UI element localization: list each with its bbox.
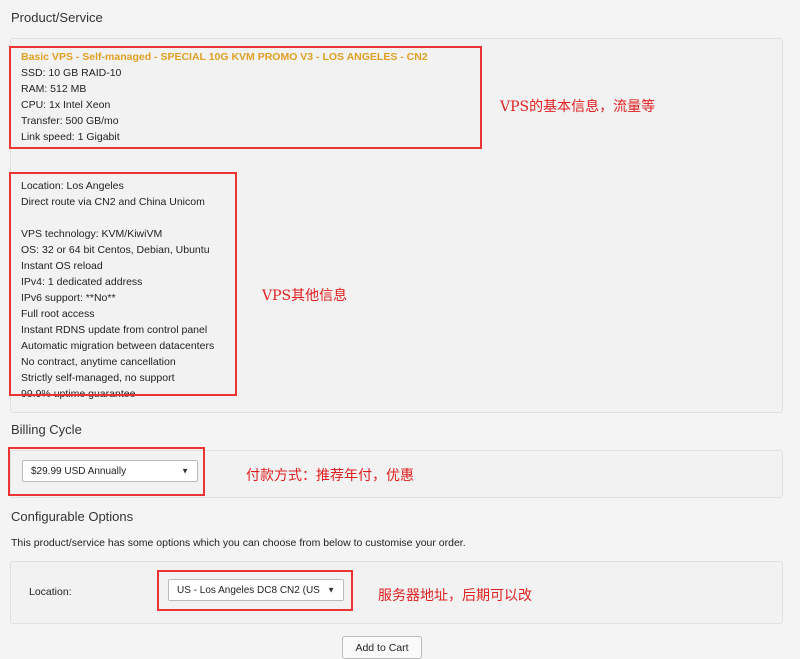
billing-highlight-box: [8, 447, 205, 496]
other-info-annotation: VPS其他信息: [262, 288, 348, 304]
location-highlight-box: [157, 570, 353, 611]
billing-annotation: 付款方式：推荐年付，优惠: [246, 468, 414, 484]
add-to-cart-button[interactable]: Add to Cart: [342, 636, 422, 659]
billing-cycle-title: Billing Cycle: [11, 422, 82, 437]
basic-info-highlight-box: [9, 46, 482, 149]
configurable-options-description: This product/service has some options wh…: [11, 537, 466, 549]
configurable-options-title: Configurable Options: [11, 509, 134, 524]
location-annotation: 服务器地址，后期可以改: [378, 588, 532, 604]
location-label: Location:: [29, 586, 72, 598]
other-info-highlight-box: [9, 172, 237, 396]
product-section-title: Product/Service: [11, 10, 103, 25]
basic-info-annotation: VPS的基本信息，流量等: [500, 99, 656, 115]
